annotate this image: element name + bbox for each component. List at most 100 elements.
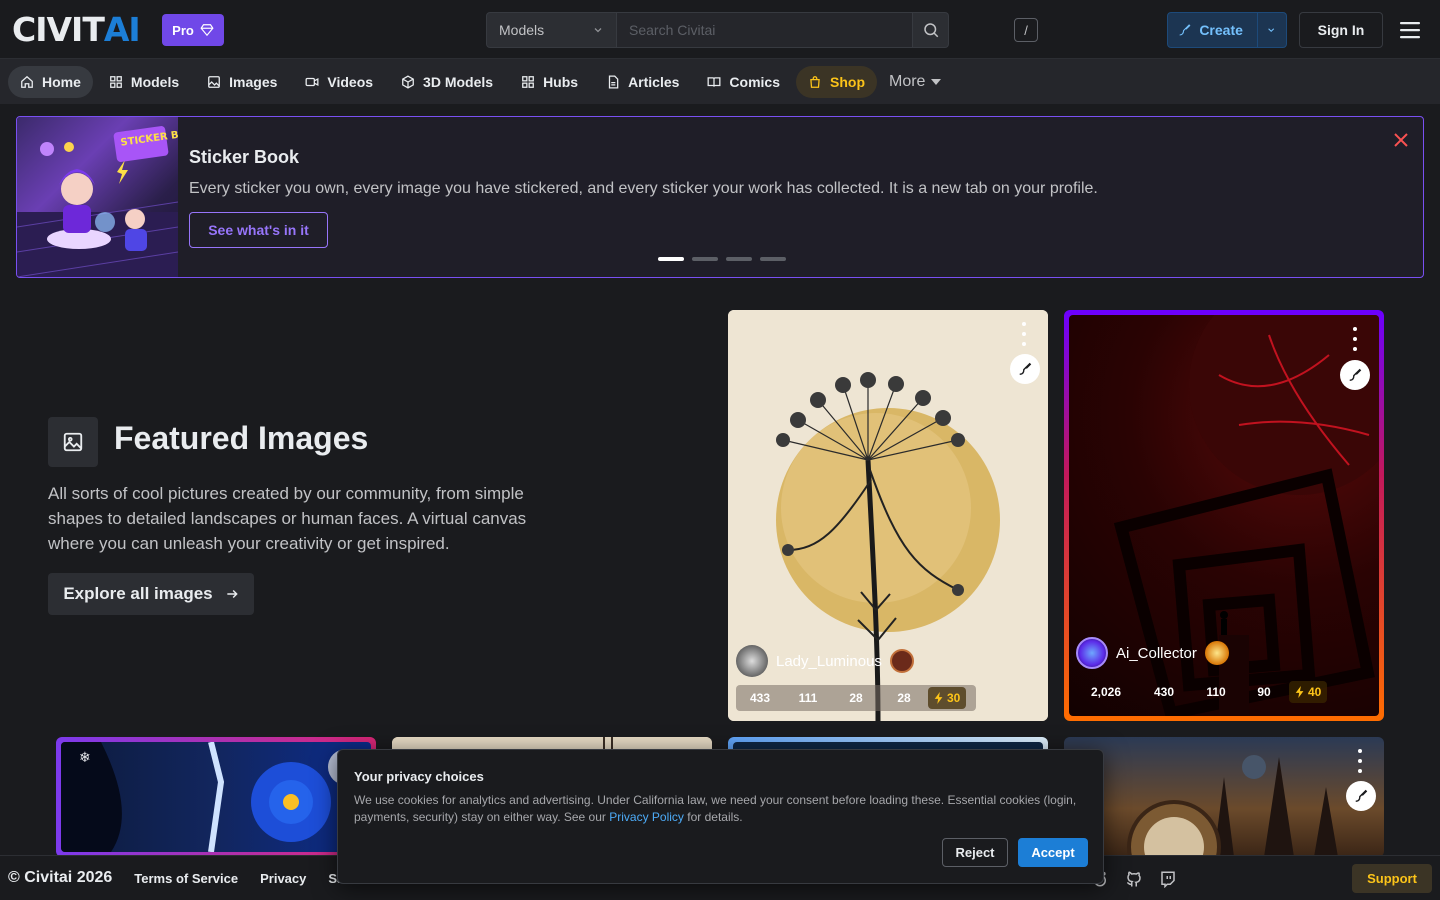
card-user-row[interactable]: Ai_Collector bbox=[1076, 637, 1229, 669]
remix-button[interactable] bbox=[1340, 360, 1370, 390]
image-icon bbox=[207, 75, 221, 89]
carousel-dot[interactable] bbox=[726, 257, 752, 261]
twitch-icon[interactable] bbox=[1158, 869, 1178, 889]
buzz-tip-button[interactable]: 30 bbox=[928, 687, 967, 709]
avatar bbox=[736, 645, 768, 677]
github-icon[interactable] bbox=[1124, 869, 1144, 889]
grid-icon bbox=[521, 75, 535, 89]
nav-label: Comics bbox=[729, 73, 780, 90]
nav-item-comics[interactable]: Comics bbox=[695, 66, 792, 98]
support-button[interactable]: Support bbox=[1352, 864, 1432, 893]
buzz-count: 40 bbox=[1308, 685, 1322, 699]
accept-button[interactable]: Accept bbox=[1018, 838, 1088, 867]
featured-images-description: All sorts of cool pictures created by ou… bbox=[48, 484, 527, 553]
stat-hearts[interactable]: 111 bbox=[784, 691, 832, 705]
banner-title: Sticker Book bbox=[189, 147, 300, 167]
top-header: CIVITAI Pro Models / Create Sign In bbox=[0, 0, 1440, 59]
buzz-tip-button[interactable]: 40 bbox=[1289, 681, 1328, 703]
stat-comments[interactable]: 90 bbox=[1239, 685, 1289, 699]
search-button[interactable] bbox=[913, 12, 949, 48]
shopping-bag-icon bbox=[808, 75, 822, 89]
footer-link-privacy[interactable]: Privacy bbox=[260, 871, 306, 886]
reaction-stats: 433 111 28 28 30 bbox=[736, 685, 976, 711]
carousel-dot[interactable] bbox=[760, 257, 786, 261]
logo-text-civ: CIVIT bbox=[12, 10, 105, 49]
diamond-icon bbox=[200, 24, 214, 37]
nav-item-models[interactable]: Models bbox=[97, 66, 191, 98]
carousel-dot[interactable] bbox=[692, 257, 718, 261]
caret-down-icon bbox=[931, 78, 942, 85]
privacy-consent-dialog: Your privacy choices We use cookies for … bbox=[337, 749, 1104, 884]
privacy-policy-link[interactable]: Privacy Policy bbox=[609, 810, 684, 824]
remix-button[interactable] bbox=[1346, 781, 1376, 811]
video-icon bbox=[305, 75, 319, 89]
chevron-down-icon[interactable] bbox=[1266, 23, 1276, 37]
grid-icon bbox=[109, 75, 123, 89]
nav-item-3d-models[interactable]: 3D Models bbox=[389, 66, 505, 98]
stat-likes[interactable]: 2,026 bbox=[1077, 685, 1135, 699]
svg-text:❄: ❄ bbox=[79, 750, 91, 766]
chevron-down-icon bbox=[594, 28, 602, 33]
civitai-logo[interactable]: CIVIT AI bbox=[12, 10, 141, 49]
reject-button[interactable]: Reject bbox=[942, 838, 1008, 867]
remix-button[interactable] bbox=[1010, 354, 1040, 384]
nav-item-shop[interactable]: Shop bbox=[796, 65, 877, 98]
see-whats-in-it-button[interactable]: See what's in it bbox=[189, 212, 328, 248]
nav-item-hubs[interactable]: Hubs bbox=[509, 66, 590, 98]
privacy-title: Your privacy choices bbox=[354, 769, 484, 784]
nav-item-images[interactable]: Images bbox=[195, 66, 289, 98]
more-options-button[interactable] bbox=[1020, 322, 1028, 346]
stat-hearts[interactable]: 430 bbox=[1135, 685, 1193, 699]
more-options-button[interactable] bbox=[1356, 749, 1364, 773]
create-button[interactable]: Create bbox=[1167, 12, 1287, 48]
search-bar: Models / bbox=[486, 12, 1038, 48]
nav-more-label: More bbox=[889, 72, 926, 90]
stat-laughs[interactable]: 28 bbox=[832, 691, 880, 705]
explore-all-images-button[interactable]: Explore all images bbox=[48, 573, 254, 615]
nav-label: Videos bbox=[327, 73, 374, 90]
pro-button[interactable]: Pro bbox=[162, 14, 224, 46]
search-type-select[interactable]: Models bbox=[486, 12, 617, 48]
sign-in-button[interactable]: Sign In bbox=[1299, 12, 1383, 48]
brush-icon bbox=[1355, 789, 1368, 802]
banner-text: Every sticker you own, every image you h… bbox=[189, 180, 1098, 197]
announcement-banner: STICKER BOOK Sticker Book Every sticker … bbox=[16, 116, 1424, 278]
brush-icon bbox=[1179, 24, 1191, 36]
carousel-dot[interactable] bbox=[658, 257, 684, 261]
nav-item-videos[interactable]: Videos bbox=[293, 66, 385, 98]
stat-comments[interactable]: 28 bbox=[880, 691, 928, 705]
image-card[interactable]: Lady_Luminous 433 111 28 28 30 bbox=[728, 310, 1048, 721]
stat-laughs[interactable]: 110 bbox=[1193, 685, 1239, 699]
nav-item-home[interactable]: Home bbox=[8, 65, 93, 98]
hamburger-menu-button[interactable] bbox=[1396, 16, 1424, 44]
nav-more-dropdown[interactable]: More bbox=[881, 73, 949, 91]
bolt-icon bbox=[1295, 686, 1304, 698]
close-icon bbox=[1394, 133, 1408, 147]
footer-link-terms[interactable]: Terms of Service bbox=[134, 871, 238, 886]
featured-images-title: Featured Images bbox=[114, 420, 369, 456]
nav-label: Articles bbox=[628, 73, 680, 90]
copyright-text: © Civitai 2026 bbox=[8, 869, 113, 886]
more-options-button[interactable] bbox=[1351, 327, 1359, 351]
image-card[interactable]: Ai_Collector 2,026 430 110 90 40 bbox=[1064, 310, 1384, 721]
bolt-icon bbox=[934, 692, 943, 704]
card-user-row[interactable]: Lady_Luminous bbox=[736, 645, 914, 677]
carousel-indicators bbox=[658, 257, 786, 261]
stat-likes[interactable]: 433 bbox=[736, 691, 784, 705]
search-input[interactable] bbox=[617, 12, 913, 48]
nav-item-articles[interactable]: Articles bbox=[594, 66, 691, 98]
search-type-value: Models bbox=[499, 22, 545, 38]
create-label: Create bbox=[1199, 22, 1243, 38]
pro-label: Pro bbox=[172, 22, 194, 38]
home-icon bbox=[20, 75, 34, 89]
image-card[interactable]: ❄ bbox=[56, 737, 376, 857]
creator-badge-icon bbox=[1204, 641, 1229, 665]
banner-close-button[interactable] bbox=[1391, 130, 1411, 150]
image-card[interactable] bbox=[1064, 737, 1384, 857]
nav-label: 3D Models bbox=[423, 73, 494, 90]
shortcut-key-badge: / bbox=[1014, 18, 1038, 42]
search-input-wrap: / bbox=[617, 12, 1038, 48]
featured-images-icon bbox=[48, 417, 98, 467]
menu-icon bbox=[1400, 22, 1420, 39]
brush-icon bbox=[1349, 368, 1362, 381]
